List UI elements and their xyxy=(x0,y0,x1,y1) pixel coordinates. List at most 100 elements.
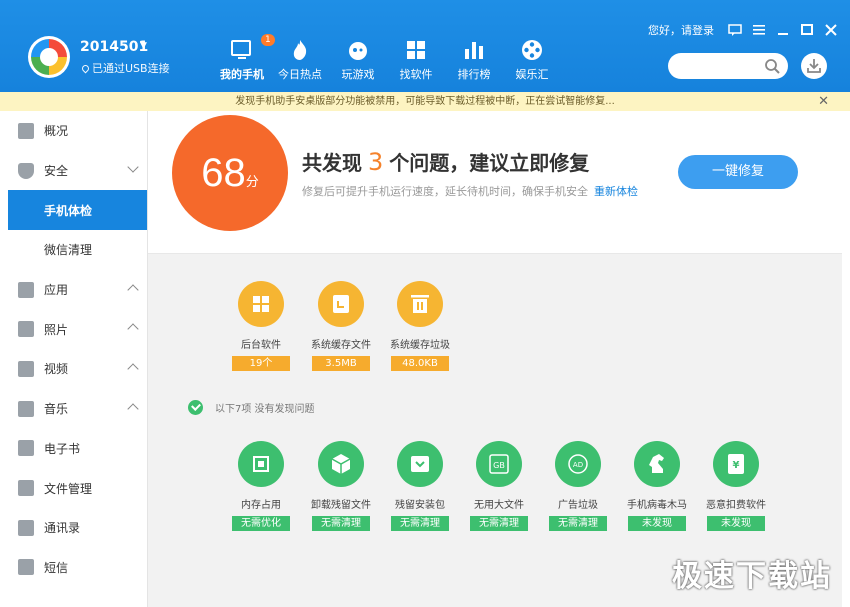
no-issues-text: 以下7项 没有发现问题 xyxy=(215,404,315,415)
sidebar-item-label: 音乐 xyxy=(44,402,69,417)
sidebar-item-ebooks[interactable]: 电子书 xyxy=(8,429,147,469)
check-name: 广告垃圾 xyxy=(558,500,598,511)
app-logo-icon xyxy=(28,36,70,78)
check-status: 未发现 xyxy=(628,516,686,531)
nav-label: 今日热点 xyxy=(278,68,322,81)
sidebar-item-label: 文件管理 xyxy=(44,481,93,496)
sidebar-item-label: 手机体检 xyxy=(44,203,93,218)
nav-label: 排行榜 xyxy=(457,68,491,81)
nav-my-phone[interactable]: 1 我的手机 xyxy=(213,34,275,82)
check-name: 恶意扣费软件 xyxy=(706,500,766,511)
app-header: 2014501 ▼ 已通过USB连接 1 我的手机 今日热点 玩游戏 找软件 排… xyxy=(0,0,850,92)
sidebar-item-wechat-clean[interactable]: 微信清理 xyxy=(8,230,147,270)
apps-icon xyxy=(18,281,34,298)
nav-entertainment[interactable]: 娱乐汇 xyxy=(503,38,561,82)
sidebar-item-apps[interactable]: 应用 xyxy=(8,270,147,310)
close-icon[interactable] xyxy=(824,23,838,37)
chevron-up-icon xyxy=(127,323,139,336)
headline-prefix: 共发现 xyxy=(302,151,362,175)
sidebar-item-sms[interactable]: 短信 xyxy=(8,548,147,588)
nav-find-software[interactable]: 找软件 xyxy=(387,38,445,82)
sidebar-item-file-manager[interactable]: 文件管理 xyxy=(8,468,147,508)
device-name[interactable]: 2014501 xyxy=(80,39,148,55)
summary-subtext: 修复后可提升手机运行速度，延长待机时间，确保手机安全 xyxy=(302,185,588,198)
video-icon xyxy=(18,360,34,377)
sidebar-item-contacts[interactable]: 通讯录 xyxy=(8,508,147,548)
rescan-link[interactable]: 重新体检 xyxy=(594,185,638,198)
check-memory[interactable]: 内存占用 无需优化 xyxy=(224,441,298,531)
notice-text: 发现手机助手安桌版部分功能被禁用，可能导致下载过程被中断，正在尝试智能修复... xyxy=(235,96,615,107)
cube-icon xyxy=(318,441,364,487)
issue-cache-junk[interactable]: 系统缓存垃圾 48.0KB xyxy=(383,281,457,371)
sidebar-item-label: 应用 xyxy=(44,283,69,298)
window-controls: 您好，请登录 xyxy=(648,22,838,38)
sidebar-item-overview[interactable]: 概况 xyxy=(8,111,147,151)
check-ad-junk[interactable]: AD 广告垃圾 无需清理 xyxy=(541,441,615,531)
issue-name: 系统缓存垃圾 xyxy=(390,340,450,351)
folder-icon xyxy=(18,480,34,497)
issue-value: 19个 xyxy=(232,356,290,371)
music-icon xyxy=(18,400,34,417)
nav-label: 娱乐汇 xyxy=(515,68,549,81)
check-malicious-billing[interactable]: ¥ 恶意扣费软件 未发现 xyxy=(699,441,773,531)
ad-icon: AD xyxy=(555,441,601,487)
login-link[interactable]: 您好，请登录 xyxy=(648,22,714,38)
sidebar-item-photos[interactable]: 照片 xyxy=(8,309,147,349)
download-manager-button[interactable] xyxy=(801,53,827,79)
svg-text:GB: GB xyxy=(493,461,505,470)
nav-games[interactable]: 玩游戏 xyxy=(329,38,387,82)
sidebar-item-security[interactable]: 安全 xyxy=(8,151,147,191)
connection-pin-icon xyxy=(80,63,91,74)
svg-text:¥: ¥ xyxy=(733,460,740,471)
feedback-icon[interactable] xyxy=(728,23,742,37)
check-virus-trojan[interactable]: 手机病毒木马 未发现 xyxy=(620,441,694,531)
check-name: 残留安装包 xyxy=(395,500,445,511)
sidebar-item-phone-checkup[interactable]: 手机体检 xyxy=(8,190,147,231)
connection-status-text: 已通过USB连接 xyxy=(92,62,170,75)
package-icon xyxy=(397,441,443,487)
nav-label: 找软件 xyxy=(399,68,433,81)
checkup-summary: 68分 共发现 3 个问题，建议立即修复 修复后可提升手机运行速度，延长待机时间，确… xyxy=(148,111,842,254)
device-connection-status: 已通过USB连接 xyxy=(80,60,170,76)
issue-cache-files[interactable]: 系统缓存文件 3.5MB xyxy=(304,281,378,371)
sidebar: 概况 安全 手机体检 微信清理 应用 照片 视频 音乐 电子书 文件管理 通讯录… xyxy=(8,111,148,607)
issue-background-apps[interactable]: 后台软件 19个 xyxy=(224,281,298,371)
nav-ranking[interactable]: 排行榜 xyxy=(445,38,503,82)
check-status: 无需清理 xyxy=(470,516,528,531)
sidebar-item-label: 短信 xyxy=(44,560,69,575)
search-icon[interactable] xyxy=(764,58,780,78)
sidebar-item-label: 视频 xyxy=(44,362,69,377)
book-icon xyxy=(18,440,34,457)
check-residual-packages[interactable]: 残留安装包 无需清理 xyxy=(383,441,457,531)
trash-icon xyxy=(397,281,443,327)
yen-icon: ¥ xyxy=(713,441,759,487)
overview-icon xyxy=(18,122,34,139)
minimize-icon[interactable] xyxy=(776,23,790,37)
sidebar-item-label: 照片 xyxy=(44,322,69,337)
sidebar-item-label: 安全 xyxy=(44,164,69,179)
search-input[interactable] xyxy=(668,53,788,79)
nav-hot-today[interactable]: 今日热点 xyxy=(271,38,329,82)
sidebar-item-music[interactable]: 音乐 xyxy=(8,389,147,429)
health-score: 68分 xyxy=(172,115,288,231)
nav-label: 我的手机 xyxy=(220,68,264,81)
memory-chip-icon xyxy=(238,441,284,487)
sidebar-item-videos[interactable]: 视频 xyxy=(8,349,147,389)
one-click-fix-button[interactable]: 一键修复 xyxy=(678,155,798,189)
check-large-files[interactable]: GB 无用大文件 无需清理 xyxy=(462,441,536,531)
bar-chart-icon xyxy=(462,38,486,62)
photo-icon xyxy=(18,321,34,338)
check-status: 无需优化 xyxy=(232,516,290,531)
maximize-icon[interactable] xyxy=(800,23,814,37)
headline-suffix: 个问题，建议立即修复 xyxy=(389,151,590,175)
sidebar-item-label: 微信清理 xyxy=(44,243,93,258)
svg-text:AD: AD xyxy=(573,461,583,469)
chevron-up-icon xyxy=(127,363,139,375)
device-dropdown-icon[interactable]: ▼ xyxy=(140,41,147,51)
check-uninstall-residue[interactable]: 卸载残留文件 无需清理 xyxy=(304,441,378,531)
contacts-icon xyxy=(18,519,34,536)
notice-close-icon[interactable]: ✕ xyxy=(818,92,829,111)
issue-value: 3.5MB xyxy=(312,356,370,371)
menu-icon[interactable] xyxy=(752,23,766,37)
top-nav: 1 我的手机 今日热点 玩游戏 找软件 排行榜 娱乐汇 xyxy=(213,34,561,82)
